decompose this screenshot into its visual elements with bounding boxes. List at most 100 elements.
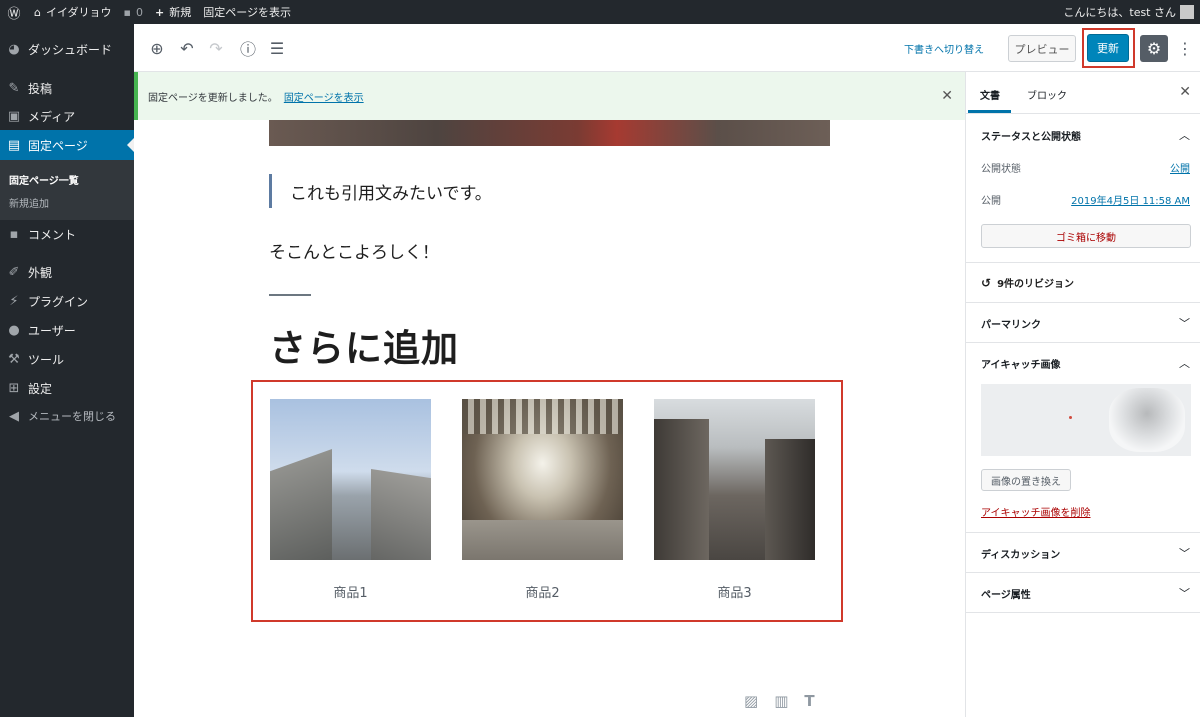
comments-count: 0 bbox=[136, 5, 144, 19]
editor-content: これも引用文みたいです。 そこんとこよろしく！ さらに追加 商品1 商品2 商品… bbox=[134, 120, 965, 717]
sidebar-item-label: 設定 bbox=[28, 381, 53, 396]
gallery-caption[interactable]: 商品1 bbox=[270, 582, 431, 601]
sidebar-item-settings[interactable]: ⊞ 設定 bbox=[0, 373, 134, 403]
visibility-value[interactable]: 公開 bbox=[1170, 160, 1190, 175]
sidebar-item-plugins[interactable]: ⚡ プラグイン bbox=[0, 286, 134, 316]
comments-link[interactable]: ▪ 0 bbox=[118, 0, 149, 24]
revisions-link[interactable]: ↺ 9件のリビジョン bbox=[981, 275, 1075, 291]
settings-gear-icon[interactable]: ⚙ bbox=[1140, 35, 1168, 62]
replace-image-button[interactable]: 画像の置き換え bbox=[981, 469, 1071, 491]
sidebar-item-posts[interactable]: ✎ 投稿 bbox=[0, 73, 134, 103]
home-icon: ⌂ bbox=[34, 5, 41, 19]
avatar[interactable] bbox=[1180, 5, 1194, 19]
chevron-up-icon[interactable]: ︿ bbox=[1179, 355, 1190, 371]
sidebar-item-label: 外観 bbox=[28, 265, 53, 280]
heading-block[interactable]: さらに追加 bbox=[269, 318, 459, 372]
sidebar-item-media[interactable]: ▣ メディア bbox=[0, 101, 134, 131]
gallery-image[interactable] bbox=[462, 399, 623, 560]
plus-icon: + bbox=[155, 5, 165, 19]
submenu-item-add-new[interactable]: 新規追加 bbox=[9, 195, 49, 210]
sidebar-item-label: コメント bbox=[28, 227, 77, 242]
new-content-link[interactable]: + 新規 bbox=[149, 0, 197, 24]
sidebar-item-dashboard[interactable]: ◕ ダッシュボード bbox=[0, 34, 134, 64]
chevron-down-icon[interactable]: ﹀ bbox=[1179, 585, 1190, 601]
site-name-link[interactable]: ⌂ イイダリョウ bbox=[28, 0, 118, 24]
admin-sidebar: ◕ ダッシュボード ✎ 投稿 ▣ メディア ▤ 固定ページ 固定ページ一覧 新規… bbox=[0, 24, 134, 717]
gallery-image[interactable] bbox=[654, 399, 815, 560]
chevron-down-icon[interactable]: ﹀ bbox=[1179, 545, 1190, 561]
sidebar-tabs: 文書 ブロック ✕ bbox=[966, 72, 1200, 114]
pin-icon: ✎ bbox=[8, 80, 20, 96]
notice-message: 固定ページを更新しました。 bbox=[148, 92, 278, 104]
update-notice: 固定ページを更新しました。 固定ページを表示 ✕ bbox=[134, 72, 965, 120]
submenu-item-pages-list[interactable]: 固定ページ一覧 bbox=[9, 172, 79, 187]
info-icon[interactable]: ⓘ bbox=[236, 36, 260, 60]
new-label: 新規 bbox=[169, 6, 192, 19]
image-block-icon[interactable]: ▨ bbox=[744, 692, 758, 710]
chevron-up-icon[interactable]: ︿ bbox=[1179, 127, 1190, 143]
settings-sidebar: 文書 ブロック ✕ ステータスと公開状態 ︿ 公開状態 公開 公開 2019年4… bbox=[965, 72, 1200, 717]
divider bbox=[966, 262, 1200, 263]
sidebar-item-tools[interactable]: ⚒ ツール bbox=[0, 344, 134, 374]
divider bbox=[966, 612, 1200, 613]
add-block-icon[interactable]: ⊕ bbox=[145, 36, 169, 60]
paragraph-block[interactable]: そこんとこよろしく！ bbox=[269, 238, 439, 263]
editor-header: ⊕ ↶ ↷ ⓘ ☰ 下書きへ切り替え プレビュー 更新 ⚙ ⋮ bbox=[134, 24, 1200, 72]
gallery-item[interactable]: 商品1 bbox=[270, 399, 431, 601]
sidebar-collapse-menu[interactable]: ◀ メニューを閉じる bbox=[0, 401, 134, 431]
dashboard-icon: ◕ bbox=[8, 41, 20, 57]
wrench-icon: ⚒ bbox=[8, 351, 20, 367]
more-options-icon[interactable]: ⋮ bbox=[1175, 36, 1195, 60]
tab-block[interactable]: ブロック bbox=[1027, 87, 1067, 102]
preview-button[interactable]: プレビュー bbox=[1008, 35, 1076, 62]
divider bbox=[966, 572, 1200, 573]
gallery-caption[interactable]: 商品2 bbox=[462, 582, 623, 601]
view-page-link[interactable]: 固定ページを表示 bbox=[197, 0, 297, 24]
publish-date[interactable]: 2019年4月5日 11:58 AM bbox=[1071, 192, 1190, 207]
notice-view-page-link[interactable]: 固定ページを表示 bbox=[284, 89, 364, 104]
inserter-shortcuts: ▨ ▥ T bbox=[744, 692, 815, 710]
gallery-caption[interactable]: 商品3 bbox=[654, 582, 815, 601]
close-icon[interactable]: ✕ bbox=[1179, 84, 1191, 100]
image-block[interactable] bbox=[269, 120, 830, 146]
featured-image-panel-title[interactable]: アイキャッチ画像 bbox=[981, 356, 1061, 371]
sidebar-item-users[interactable]: ● ユーザー bbox=[0, 315, 134, 345]
text-block-icon[interactable]: T bbox=[804, 692, 814, 710]
gallery-item[interactable]: 商品2 bbox=[462, 399, 623, 601]
move-to-trash-button[interactable]: ゴミ箱に移動 bbox=[981, 224, 1191, 248]
permalink-panel-title[interactable]: パーマリンク bbox=[981, 316, 1041, 331]
status-panel-title[interactable]: ステータスと公開状態 bbox=[981, 128, 1081, 143]
divider bbox=[966, 342, 1200, 343]
plugin-icon: ⚡ bbox=[9, 293, 19, 309]
chevron-down-icon[interactable]: ﹀ bbox=[1179, 315, 1190, 331]
wordpress-logo-icon[interactable]: Ⓦ bbox=[0, 0, 28, 24]
sidebar-item-label: プラグイン bbox=[28, 294, 89, 309]
columns-block-icon[interactable]: ▥ bbox=[774, 692, 788, 710]
tab-document[interactable]: 文書 bbox=[980, 87, 1000, 102]
publish-label: 公開 bbox=[981, 196, 1001, 207]
block-navigation-icon[interactable]: ☰ bbox=[265, 36, 289, 60]
admin-bar: Ⓦ ⌂ イイダリョウ ▪ 0 + 新規 固定ページを表示 こんにちは、test … bbox=[0, 0, 1200, 24]
discussion-panel-title[interactable]: ディスカッション bbox=[981, 546, 1060, 561]
gallery-image[interactable] bbox=[270, 399, 431, 560]
gallery-item[interactable]: 商品3 bbox=[654, 399, 815, 601]
undo-icon[interactable]: ↶ bbox=[175, 36, 199, 60]
switch-to-draft-button[interactable]: 下書きへ切り替え bbox=[904, 41, 984, 56]
page-attributes-panel-title[interactable]: ページ属性 bbox=[981, 586, 1031, 601]
user-icon: ● bbox=[8, 322, 20, 338]
featured-image-preview[interactable] bbox=[981, 384, 1191, 456]
collapse-arrow-icon: ◀ bbox=[9, 408, 19, 424]
close-icon[interactable]: ✕ bbox=[941, 88, 953, 104]
comment-icon: ▪ bbox=[9, 226, 19, 242]
greeting[interactable]: こんにちは、test さん bbox=[1063, 4, 1176, 20]
quote-block[interactable]: これも引用文みたいです。 bbox=[269, 174, 492, 208]
sidebar-item-appearance[interactable]: ✐ 外観 bbox=[0, 257, 134, 287]
remove-featured-image-link[interactable]: アイキャッチ画像を削除 bbox=[981, 504, 1091, 519]
separator-block[interactable] bbox=[269, 294, 311, 296]
redo-icon[interactable]: ↷ bbox=[204, 36, 228, 60]
sidebar-item-comments[interactable]: ▪ コメント bbox=[0, 219, 134, 249]
sidebar-item-pages[interactable]: ▤ 固定ページ bbox=[0, 130, 134, 160]
revisions-label: 9件のリビジョン bbox=[997, 279, 1075, 290]
update-button[interactable]: 更新 bbox=[1087, 34, 1129, 62]
settings-icon: ⊞ bbox=[8, 380, 20, 396]
